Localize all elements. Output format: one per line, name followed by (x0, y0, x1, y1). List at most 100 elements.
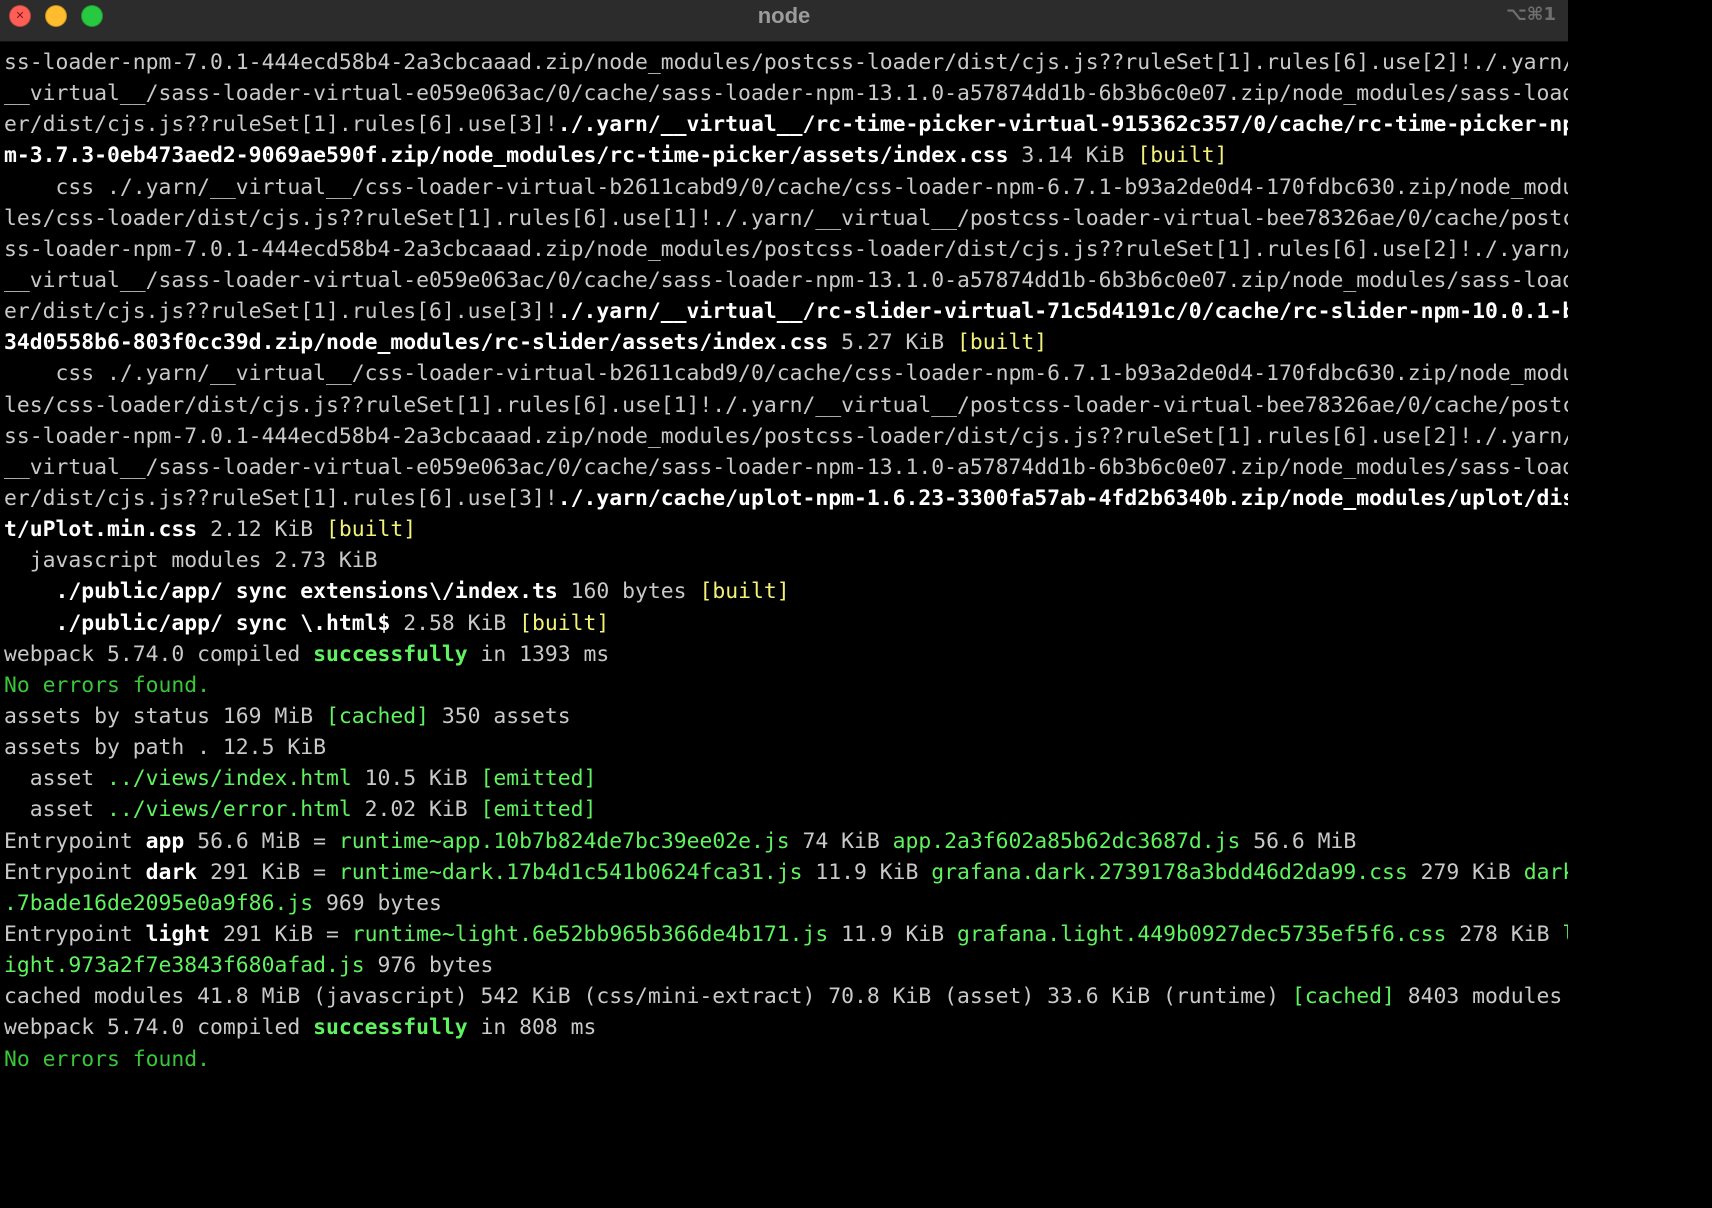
terminal-line: ss-loader-npm-7.0.1-444ecd58b4-2a3cbcaaa… (0, 47, 1568, 78)
terminal-text-segment: ../views/index.html (107, 766, 352, 792)
terminal-line: javascript modules 2.73 KiB (0, 545, 1568, 576)
terminal-text-segment: .7bade16de2095e0a9f86.js (4, 890, 314, 916)
prompt-line[interactable] (0, 1075, 1568, 1106)
terminal-output[interactable]: ss-loader-npm-7.0.1-444ecd58b4-2a3cbcaaa… (0, 47, 1568, 1106)
terminal-text-segment: [cached] (1291, 984, 1395, 1010)
terminal-text-segment: 11.9 KiB (828, 921, 958, 947)
terminal-text-segment: 56.6 MiB (1240, 828, 1357, 854)
terminal-line: css ./.yarn/__virtual__/css-loader-virtu… (0, 358, 1569, 389)
terminal-line: les/css-loader/dist/cjs.js??ruleSet[1].r… (0, 390, 1568, 421)
terminal-text-segment: 2.12 KiB (197, 517, 326, 543)
terminal-line: 34d0558b6-803f0cc39d.zip/node_modules/rc… (0, 327, 1568, 358)
terminal-text-segment: 291 KiB = (210, 921, 352, 947)
terminal-text-segment: Entrypoint (4, 859, 146, 885)
terminal-text-segment: asset (4, 766, 108, 792)
terminal-text-segment: ./.yarn/cache/uplot-npm-1.6.23-3300fa57a… (557, 485, 1568, 511)
terminal-line: No errors found. (0, 670, 1568, 701)
terminal-text-segment: grafana.light.449b0927dec5735ef5f6.css (957, 921, 1447, 947)
terminal-line: assets by status 169 MiB [cached] 350 as… (0, 701, 1568, 732)
terminal-text-segment: [emitted] (480, 797, 597, 823)
terminal-line: ./public/app/ sync \.html$ 2.58 KiB [bui… (0, 608, 1568, 639)
terminal-text-segment: ../views/error.html (107, 797, 352, 823)
terminal-text-segment: les/css-loader/dist/cjs.js??ruleSet[1].r… (4, 205, 1568, 231)
terminal-text-segment: les/css-loader/dist/cjs.js??ruleSet[1].r… (4, 392, 1568, 418)
terminal-text-segment: No errors found. (4, 672, 211, 698)
terminal-text-segment: assets by status 169 MiB (4, 703, 326, 729)
terminal-text-segment: 279 KiB (1407, 859, 1524, 885)
terminal-line: Entrypoint light 291 KiB = runtime~light… (0, 919, 1568, 950)
terminal-text-segment: 8403 modules (1394, 984, 1563, 1010)
terminal-line: t/uPlot.min.css 2.12 KiB [built] (0, 514, 1568, 545)
terminal-text-segment: webpack 5.74.0 compiled (4, 1015, 314, 1041)
terminal-line: er/dist/cjs.js??ruleSet[1].rules[6].use[… (0, 109, 1568, 140)
terminal-text-segment: assets by path . 12.5 KiB (4, 735, 326, 761)
terminal-text-segment: css ./.yarn/__virtual__/css-loader-virtu… (4, 174, 1569, 200)
terminal-text-segment: Entrypoint (4, 828, 146, 854)
terminal-text-segment: light (145, 921, 211, 947)
terminal-line: No errors found. (0, 1044, 1568, 1075)
terminal-text-segment: ./public/app/ sync \.html$ (55, 610, 391, 636)
terminal-text-segment: 34d0558b6-803f0cc39d.zip/node_modules/rc… (4, 330, 829, 356)
terminal-line: .7bade16de2095e0a9f86.js 969 bytes (0, 888, 1568, 919)
terminal-line: __virtual__/sass-loader-virtual-e059e063… (0, 452, 1568, 483)
title-bar: ✕ node ⌥⌘1 (0, 0, 1568, 42)
terminal-text-segment: er/dist/cjs.js??ruleSet[1].rules[6].use[… (4, 485, 558, 511)
terminal-text-segment: [built] (1137, 143, 1228, 169)
terminal-text-segment: ss-loader-npm-7.0.1-444ecd58b4-2a3cbcaaa… (4, 423, 1568, 449)
terminal-text-segment: [built] (957, 330, 1048, 356)
terminal-line: asset ../views/index.html 10.5 KiB [emit… (0, 763, 1568, 794)
terminal-text-segment: app (145, 828, 185, 854)
terminal-text-segment: ./.yarn/__virtual__/rc-time-picker-virtu… (557, 112, 1568, 138)
terminal-line: __virtual__/sass-loader-virtual-e059e063… (0, 265, 1568, 296)
terminal-text-segment: asset (4, 797, 108, 823)
terminal-line: m-3.7.3-0eb473aed2-9069ae590f.zip/node_m… (0, 140, 1568, 171)
terminal-text-segment: m-3.7.3-0eb473aed2-9069ae590f.zip/node_m… (4, 143, 1009, 169)
terminal-line: ss-loader-npm-7.0.1-444ecd58b4-2a3cbcaaa… (0, 421, 1568, 452)
terminal-line: Entrypoint app 56.6 MiB = runtime~app.10… (0, 826, 1568, 857)
terminal-line: css ./.yarn/__virtual__/css-loader-virtu… (0, 172, 1569, 203)
terminal-text-segment: 291 KiB = (197, 859, 339, 885)
terminal-text-segment: css ./.yarn/__virtual__/css-loader-virtu… (4, 361, 1569, 387)
terminal-window: ✕ node ⌥⌘1 ss-loader-npm-7.0.1-444ecd58b… (0, 0, 1568, 1106)
terminal-line: webpack 5.74.0 compiled successfully in … (0, 639, 1568, 670)
terminal-text-segment: grafana.dark.2739178a3bdd46d2da99.css (931, 859, 1408, 885)
terminal-text-segment: dark (145, 859, 198, 885)
terminal-text-segment: [built] (699, 579, 790, 605)
terminal-line: er/dist/cjs.js??ruleSet[1].rules[6].use[… (0, 483, 1568, 514)
terminal-text-segment: [cached] (325, 703, 429, 729)
tab-shortcut-label: ⌥⌘1 (1506, 4, 1556, 25)
terminal-text-segment: 969 bytes (313, 890, 442, 916)
terminal-text-segment: 350 assets (429, 703, 571, 729)
terminal-line: ight.973a2f7e3843f680afad.js 976 bytes (0, 950, 1568, 981)
terminal-text-segment: runtime~light.6e52bb965b366de4b171.js (351, 921, 829, 947)
terminal-text-segment: [built] (325, 517, 417, 543)
terminal-text-segment: ./public/app/ sync extensions\/index.ts (55, 579, 558, 605)
terminal-line: ss-loader-npm-7.0.1-444ecd58b4-2a3cbcaaa… (0, 234, 1568, 265)
terminal-text-segment: 11.9 KiB (802, 859, 932, 885)
terminal-text-segment: [emitted] (480, 766, 597, 792)
terminal-text-segment: runtime~dark.17b4d1c541b0624fca31.js (338, 859, 803, 885)
terminal-text-segment: in 1393 ms (467, 641, 610, 667)
terminal-text-segment: 56.6 MiB = (184, 828, 339, 854)
terminal-text-segment: 5.27 KiB (828, 330, 958, 356)
terminal-text-segment: t/uPlot.min.css (4, 517, 198, 543)
terminal-text-segment: in 808 ms (467, 1015, 597, 1041)
terminal-line: webpack 5.74.0 compiled successfully in … (0, 1012, 1568, 1043)
terminal-line: les/css-loader/dist/cjs.js??ruleSet[1].r… (0, 203, 1568, 234)
terminal-text-segment: No errors found. (4, 1046, 211, 1072)
terminal-text-segment: ./.yarn/__virtual__/rc-slider-virtual-71… (557, 299, 1568, 325)
terminal-line: ./public/app/ sync extensions\/index.ts … (0, 576, 1568, 607)
terminal-text-segment: l (1562, 922, 1568, 947)
terminal-text-segment: webpack 5.74.0 compiled (4, 641, 314, 667)
window-title: node (757, 3, 811, 28)
terminal-text-segment: er/dist/cjs.js??ruleSet[1].rules[6].use[… (4, 112, 558, 138)
terminal-text-segment: ss-loader-npm-7.0.1-444ecd58b4-2a3cbcaaa… (4, 50, 1568, 75)
terminal-text-segment: 160 bytes (557, 579, 700, 605)
terminal-text-segment: __virtual__/sass-loader-virtual-e059e063… (4, 454, 1568, 480)
terminal-text-segment: 10.5 KiB (351, 766, 481, 792)
terminal-text-segment: dark (1523, 859, 1568, 885)
terminal-text-segment: app.2a3f602a85b62dc3687d.js (892, 828, 1241, 854)
terminal-text-segment: javascript modules 2.73 KiB (4, 548, 378, 574)
